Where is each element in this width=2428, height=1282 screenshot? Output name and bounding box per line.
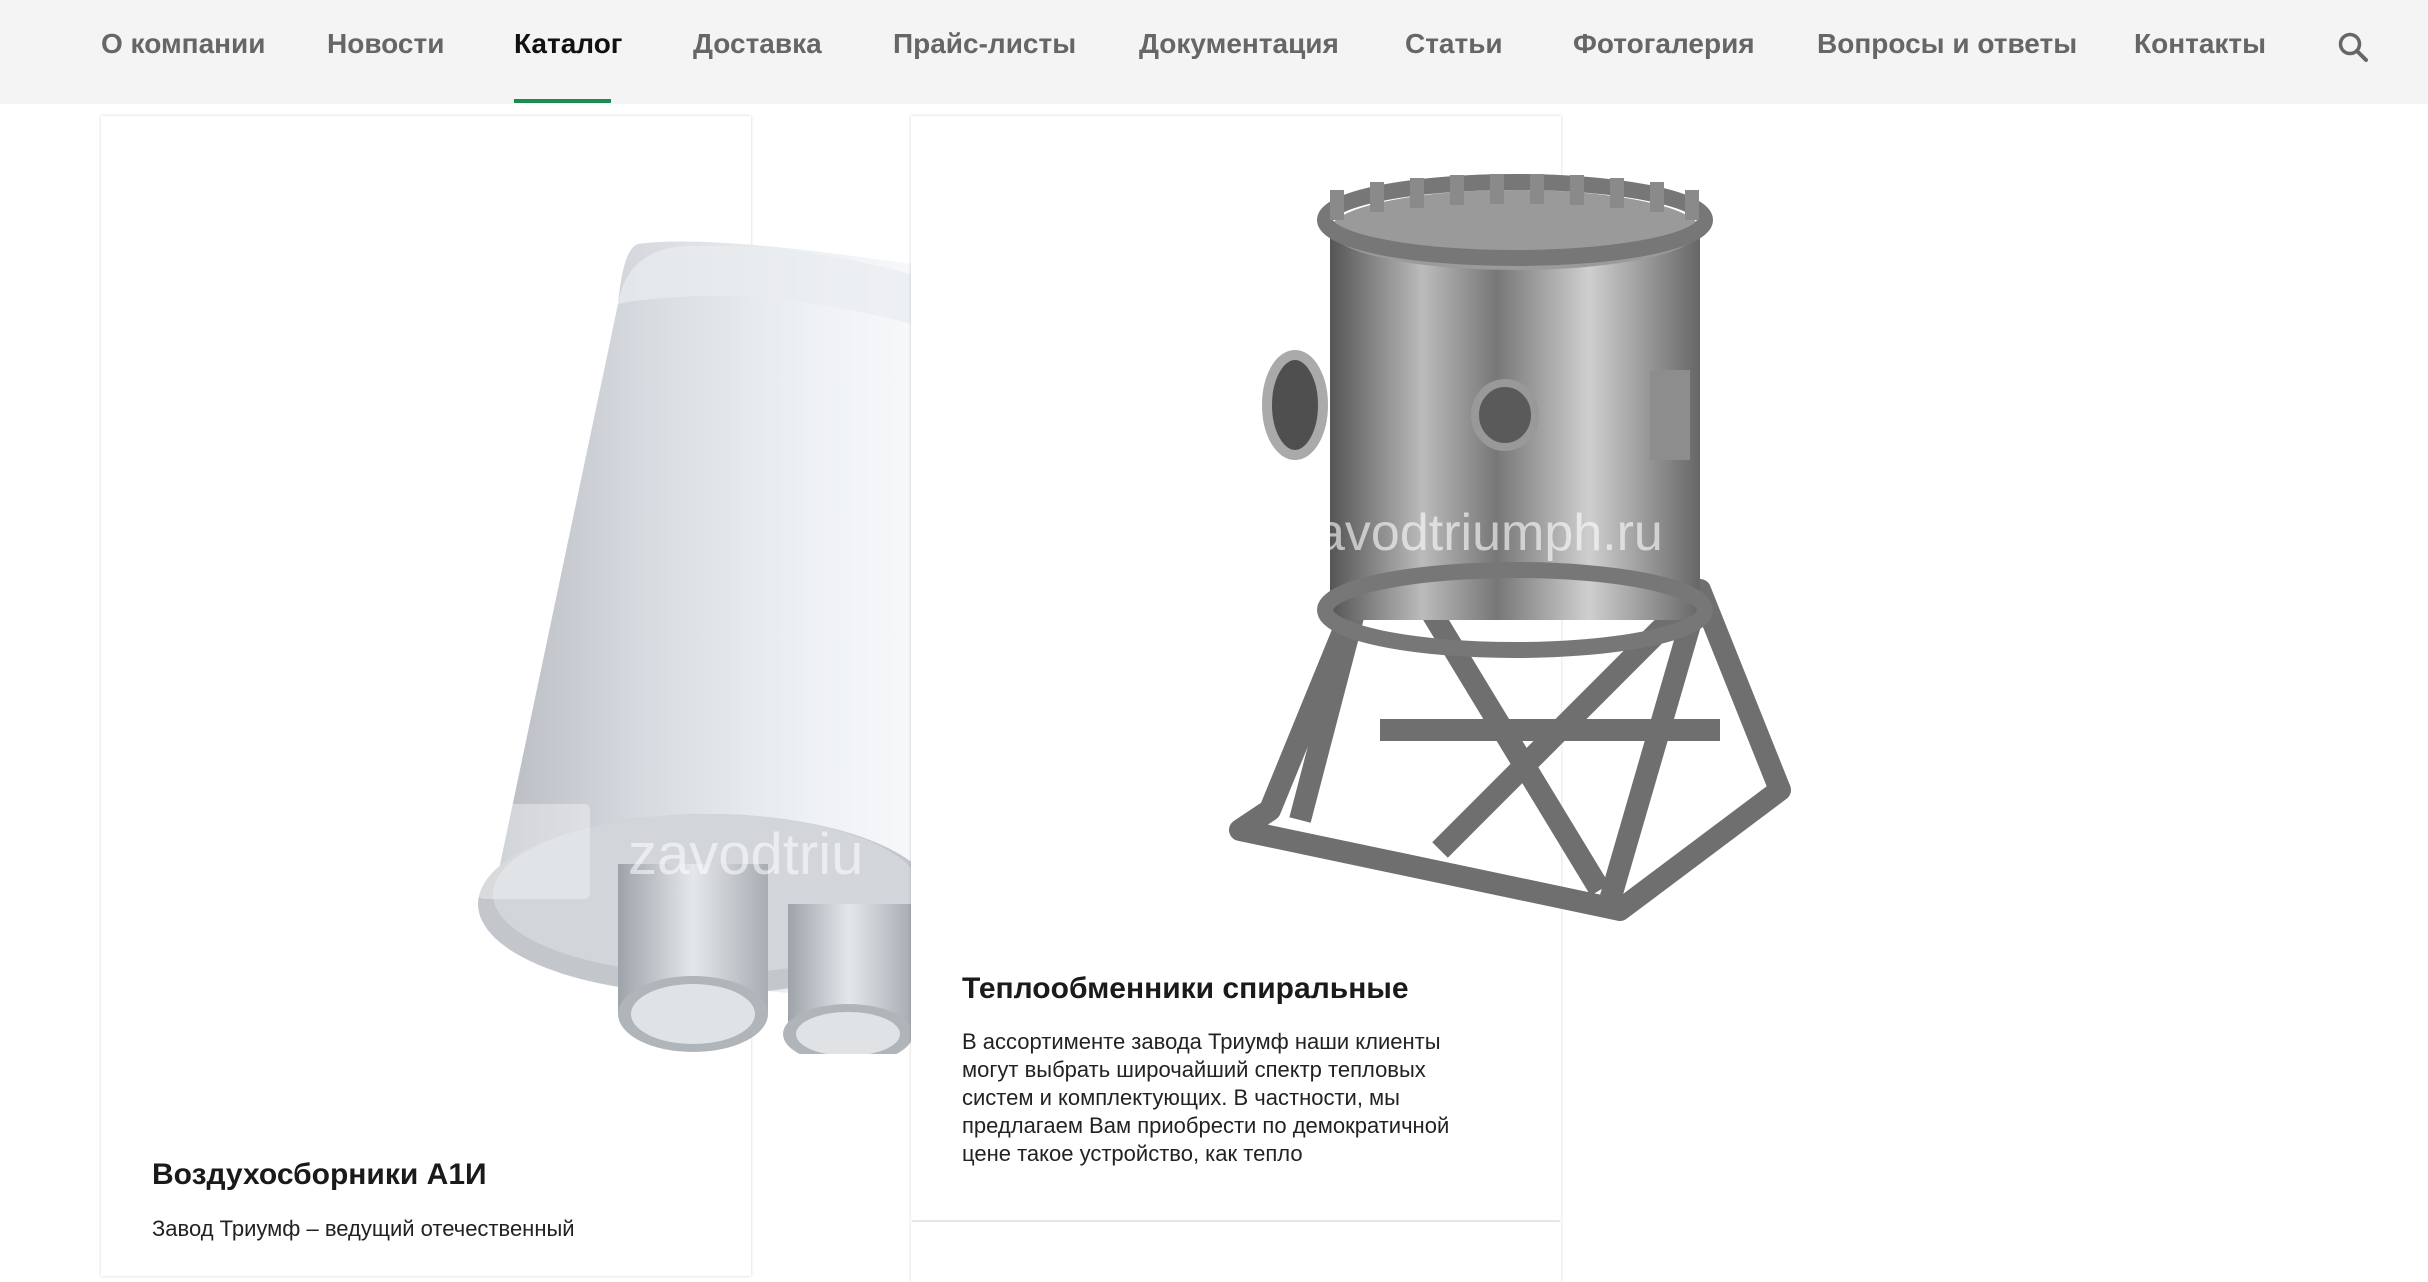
top-navigation: О компании Новости Каталог Доставка Прай… [0, 0, 2428, 104]
nav-item-news[interactable]: Новости [327, 28, 444, 60]
spiral-heat-exchanger-image[interactable]: zavodtriumph.ru [1180, 170, 1860, 940]
nav-item-price-lists[interactable]: Прайс-листы [893, 28, 1076, 60]
nav-item-faq[interactable]: Вопросы и ответы [1817, 28, 2077, 60]
nav-item-articles[interactable]: Статьи [1405, 28, 1503, 60]
card-title[interactable]: Воздухосборники А1И [152, 1158, 487, 1192]
nav-item-photogallery[interactable]: Фотогалерия [1573, 28, 1755, 60]
nav-item-catalog[interactable]: Каталог [514, 28, 622, 60]
air-collector-image[interactable]: zavodtriu [378, 214, 911, 1054]
watermark-text: zavodtriumph.ru [1290, 504, 1663, 562]
nav-item-documentation[interactable]: Документация [1139, 28, 1339, 60]
nav-item-delivery[interactable]: Доставка [693, 28, 822, 60]
search-icon[interactable] [2336, 30, 2370, 64]
card-description: Завод Триумф – ведущий отечественный [152, 1216, 575, 1241]
watermark-text: zavodtriu [628, 822, 863, 887]
product-card-next[interactable] [911, 1222, 1561, 1282]
active-tab-underline [514, 99, 611, 103]
nav-item-about[interactable]: О компании [101, 28, 265, 60]
nav-item-contacts[interactable]: Контакты [2134, 28, 2266, 60]
card-description: В ассортименте завода Триумф наши клиент… [962, 1029, 1450, 1166]
card-title[interactable]: Теплообменники спиральные [962, 972, 1409, 1006]
